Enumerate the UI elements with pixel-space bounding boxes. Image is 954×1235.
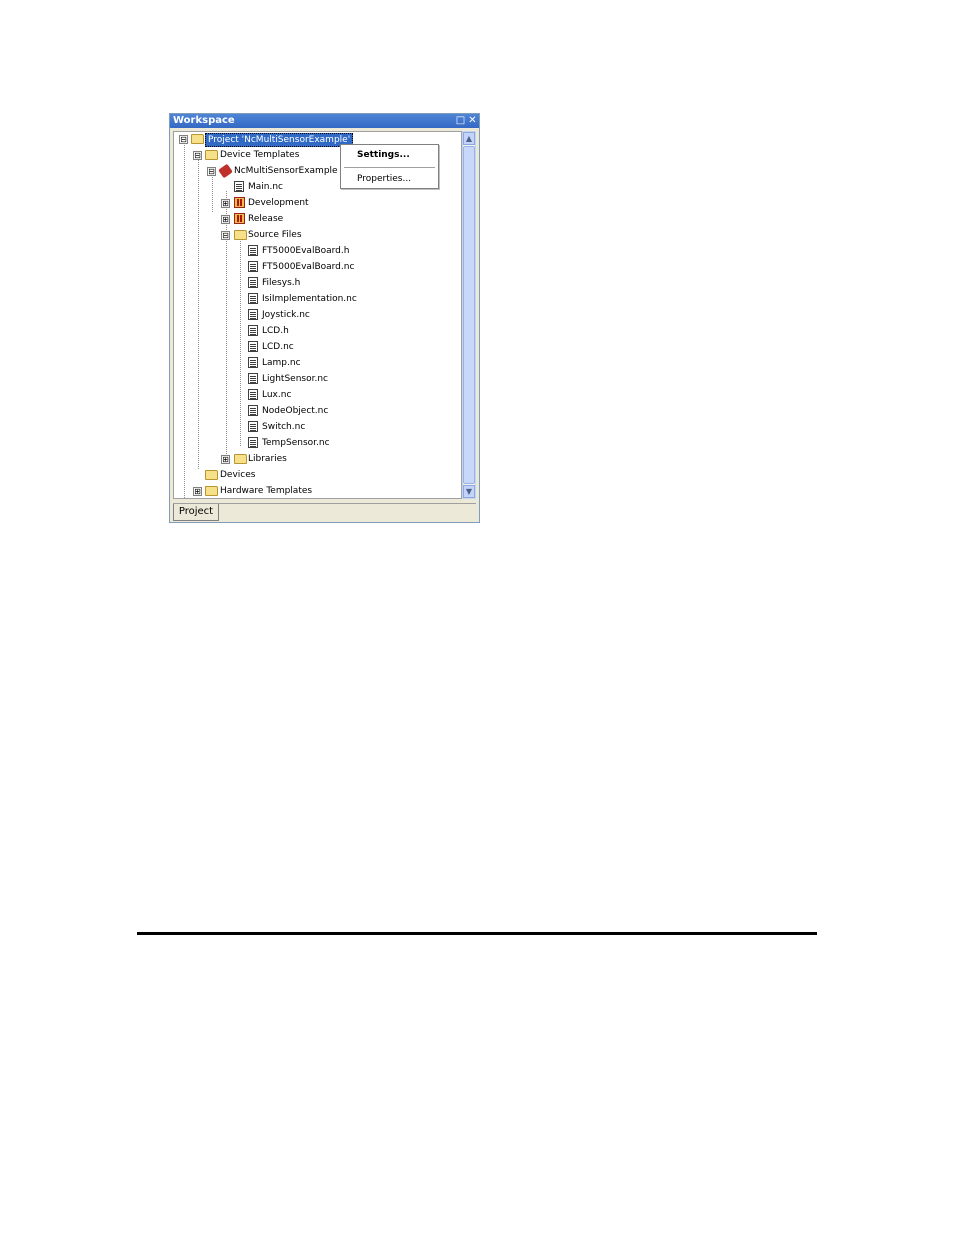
- menu-item-settings[interactable]: Settings...: [341, 147, 438, 163]
- folder-icon: [205, 486, 218, 496]
- tree-item-label: NodeObject.nc: [262, 406, 329, 416]
- tree-item-label: Lamp.nc: [262, 358, 301, 368]
- file-icon: [248, 341, 258, 352]
- tree-item-label: Switch.nc: [262, 422, 306, 432]
- menu-item-label: Settings...: [357, 150, 410, 160]
- restore-icon[interactable]: □: [455, 115, 466, 126]
- folder-icon: [234, 454, 247, 464]
- expand-icon[interactable]: ⊞: [193, 487, 202, 496]
- tree-item-label: Libraries: [248, 454, 287, 464]
- tree-connector: [184, 143, 185, 498]
- build-config-icon: [234, 197, 245, 208]
- tree-item-label: Main.nc: [248, 182, 283, 192]
- expand-icon[interactable]: ⊞: [221, 215, 230, 224]
- tree-item-label: IsiImplementation.nc: [262, 294, 357, 304]
- file-icon: [248, 437, 258, 448]
- file-icon: [248, 293, 258, 304]
- tree-item-label: Hardware Templates: [220, 486, 313, 496]
- file-icon: [248, 261, 258, 272]
- menu-separator: [344, 167, 435, 168]
- tab-project[interactable]: Project: [173, 504, 219, 521]
- tree-item-label: NcMultiSensorExample: [234, 166, 338, 176]
- file-icon: [248, 357, 258, 368]
- folder-icon: [205, 470, 218, 480]
- tree-item-label: Devices: [220, 470, 256, 480]
- file-icon: [248, 421, 258, 432]
- workspace-tabbar: Project: [173, 503, 476, 522]
- tree-item-label: Lux.nc: [262, 390, 292, 400]
- folder-open-icon: [191, 134, 204, 144]
- collapse-icon[interactable]: ⊟: [221, 231, 230, 240]
- file-icon: [248, 389, 258, 400]
- file-icon: [248, 245, 258, 256]
- tree-item-label: Development: [248, 198, 309, 208]
- folder-open-icon: [234, 230, 247, 240]
- page-rule: [137, 932, 817, 935]
- expand-icon[interactable]: ⊞: [221, 199, 230, 208]
- collapse-icon[interactable]: ⊟: [207, 167, 216, 176]
- collapse-icon[interactable]: ⊟: [179, 135, 188, 144]
- tree-connector: [198, 159, 199, 469]
- device-template-icon: [218, 163, 233, 179]
- scroll-up-icon[interactable]: ▲: [463, 132, 475, 145]
- tree-item-label: LightSensor.nc: [262, 374, 328, 384]
- file-icon: [234, 181, 244, 192]
- tree-connector: [212, 175, 213, 212]
- tree-item-label: Device Templates: [220, 150, 300, 160]
- file-icon: [248, 325, 258, 336]
- tree-item-label: TempSensor.nc: [262, 438, 330, 448]
- scroll-thumb[interactable]: [463, 146, 475, 484]
- file-icon: [248, 373, 258, 384]
- tree-item-label: Release: [248, 214, 284, 224]
- tree-item-label: FT5000EvalBoard.nc: [262, 262, 355, 272]
- workspace-titlebar[interactable]: Workspace □ ✕: [170, 114, 479, 128]
- tree-item-label: FT5000EvalBoard.h: [262, 246, 350, 256]
- close-icon[interactable]: ✕: [467, 115, 478, 126]
- scroll-down-icon[interactable]: ▼: [463, 485, 475, 498]
- tree-item-label: Project 'NcMultiSensorExample': [205, 133, 354, 147]
- menu-item-label: Properties...: [357, 174, 412, 184]
- folder-open-icon: [205, 150, 218, 160]
- menu-item-properties[interactable]: Properties...: [341, 171, 438, 187]
- tree-item-label: Filesys.h: [262, 278, 301, 288]
- expand-icon[interactable]: ⊞: [221, 455, 230, 464]
- collapse-icon[interactable]: ⊟: [193, 151, 202, 160]
- vertical-scrollbar[interactable]: ▲ ▼: [462, 131, 476, 499]
- build-config-icon: [234, 213, 245, 224]
- workspace-title: Workspace: [173, 115, 235, 126]
- tree-item-label: Joystick.nc: [262, 310, 310, 320]
- tree-item-label: Source Files: [248, 230, 302, 240]
- tree-item-label: LCD.nc: [262, 342, 294, 352]
- tree-connector: [240, 239, 241, 446]
- context-menu: Settings... Properties...: [340, 144, 439, 189]
- file-icon: [248, 405, 258, 416]
- file-icon: [248, 309, 258, 320]
- tree-item-label: LCD.h: [262, 326, 289, 336]
- file-icon: [248, 277, 258, 288]
